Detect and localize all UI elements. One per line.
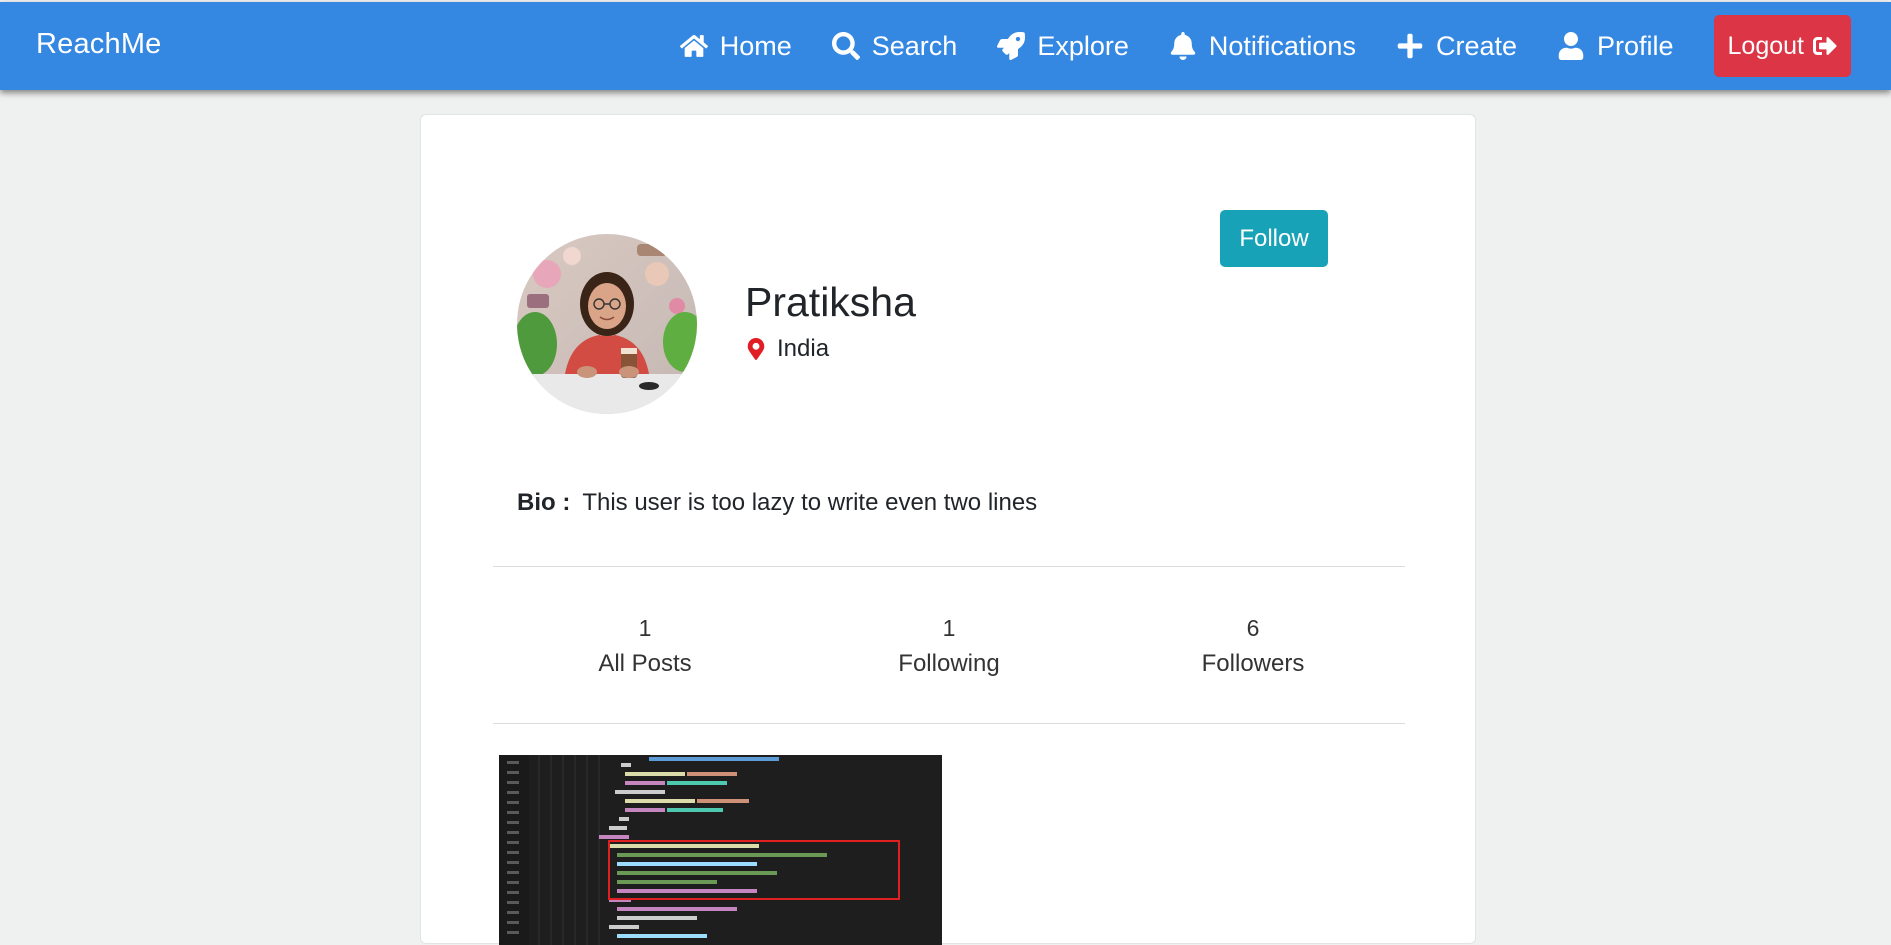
nav-explore-label: Explore <box>1037 30 1129 61</box>
bio-label: Bio : <box>517 489 571 516</box>
bio-text: This user is too lazy to write even two … <box>582 489 1038 516</box>
divider-bottom <box>493 723 1405 724</box>
profile-name: Pratiksha <box>745 279 916 325</box>
divider-top <box>493 566 1405 567</box>
nav-create-label: Create <box>1435 30 1517 61</box>
brand-logo[interactable]: ReachMe <box>36 28 162 61</box>
stat-label: All Posts <box>598 650 692 677</box>
logout-label: Logout <box>1727 31 1804 60</box>
profile-card: Follow Pratiksha India Bio : This user i… <box>420 114 1476 945</box>
profile-stats: 1 All Posts 1 Following 6 Followers <box>493 610 1405 682</box>
nav-search-label: Search <box>871 30 958 61</box>
user-icon <box>1558 32 1584 60</box>
stat-label: Following <box>898 650 1000 677</box>
follow-button[interactable]: Follow <box>1220 210 1328 267</box>
top-navbar: ReachMe Home Search Explore Notification… <box>0 2 1891 90</box>
map-marker-icon <box>747 338 765 360</box>
sign-out-icon <box>1813 36 1837 56</box>
avatar <box>517 234 697 414</box>
profile-bio: Bio : This user is too lazy to write eve… <box>517 489 1037 517</box>
search-icon <box>831 32 860 60</box>
nav-create[interactable]: Create <box>1396 31 1517 62</box>
nav-profile[interactable]: Profile <box>1557 31 1674 62</box>
rocket-icon <box>997 32 1026 60</box>
nav-home[interactable]: Home <box>679 30 792 62</box>
post-thumbnail[interactable] <box>499 755 942 945</box>
stat-count: 6 <box>1246 615 1260 641</box>
stat-label: Followers <box>1201 650 1305 677</box>
stat-all-posts[interactable]: 1 All Posts <box>493 610 797 682</box>
stat-following[interactable]: 1 Following <box>797 610 1101 682</box>
nav-explore[interactable]: Explore <box>997 31 1129 62</box>
nav-home-label: Home <box>719 30 792 61</box>
nav-search[interactable]: Search <box>831 30 958 62</box>
nav-notifications-label: Notifications <box>1208 30 1356 61</box>
stat-count: 1 <box>942 615 956 641</box>
bell-icon <box>1170 32 1196 60</box>
stat-followers[interactable]: 6 Followers <box>1101 610 1405 682</box>
home-icon <box>679 35 708 57</box>
nav-links: Home Search Explore Notifications Create… <box>640 2 1851 90</box>
logout-button[interactable]: Logout <box>1713 15 1851 77</box>
profile-location: India <box>745 335 829 363</box>
nav-profile-label: Profile <box>1597 30 1674 61</box>
plus-icon <box>1397 33 1423 59</box>
stat-count: 1 <box>638 615 652 641</box>
location-text: India <box>777 335 830 362</box>
nav-notifications[interactable]: Notifications <box>1169 31 1356 62</box>
